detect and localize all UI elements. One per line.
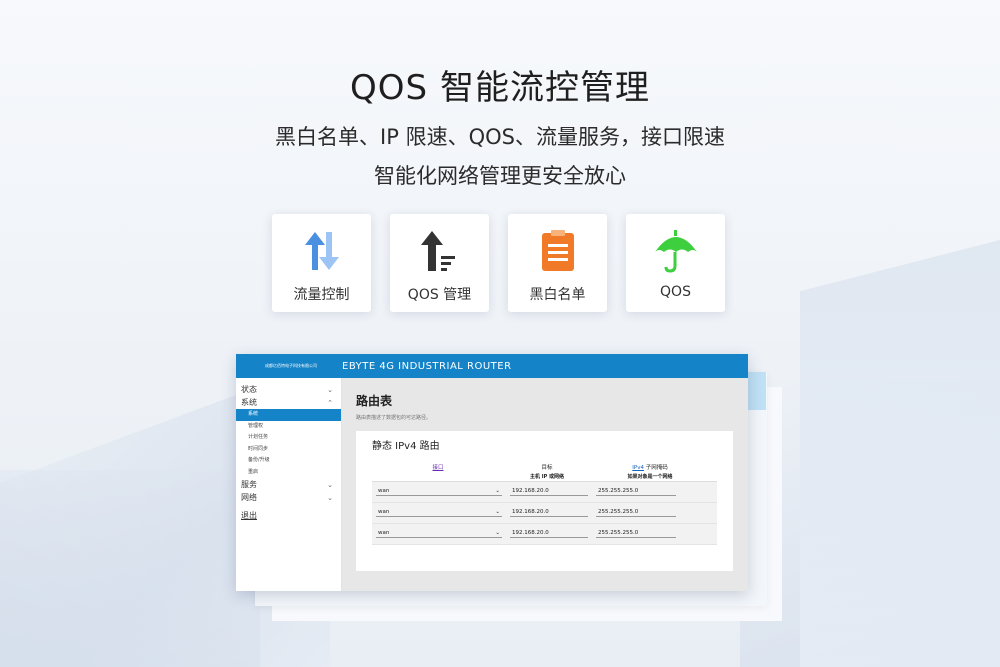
main-content: 路由表 路由表描述了数据包的可达路径。 静态 IPv4 路由 接口 目标 IPv… — [342, 378, 748, 591]
target-input[interactable]: 192.168.20.0 — [510, 488, 588, 496]
sidebar-item-status[interactable]: 状态 ⌄ — [236, 383, 341, 396]
select-value: wan — [378, 488, 390, 494]
company-name: 成都亿佰特电子科技有限公司 — [265, 363, 317, 368]
feature-cards: 流量控制 QOS 管理 黑白名单 QOS — [272, 214, 725, 312]
interface-select[interactable]: wan ⌄ — [376, 530, 502, 538]
netmask-label: 子网掩码 — [643, 465, 668, 471]
chevron-down-icon: ⌄ — [495, 488, 500, 494]
umbrella-icon — [653, 228, 699, 274]
chevron-down-icon: ⌄ — [327, 385, 333, 394]
sidebar-item-label: 系统 — [241, 398, 257, 407]
feature-card-qos-management: QOS 管理 — [390, 214, 489, 312]
background-shape — [800, 240, 1000, 667]
route-table: 接口 目标 IPv4 子网掩码 主机 IP 或网络 如果对象是一个网络 wan ⌄… — [372, 462, 717, 545]
target-input[interactable]: 192.168.20.0 — [510, 509, 588, 517]
router-admin-window: 成都亿佰特电子科技有限公司 EBYTE 4G INDUSTRIAL ROUTER… — [236, 354, 748, 591]
chevron-down-icon: ⌄ — [495, 509, 500, 515]
clipboard-list-icon — [535, 228, 581, 274]
logout-link[interactable]: 退出 — [236, 510, 341, 521]
table-row: wan ⌄ 192.168.20.0 255.255.255.0 — [372, 524, 717, 545]
subtitle-line-2: 智能化网络管理更安全放心 — [374, 164, 626, 188]
chevron-down-icon: ⌄ — [495, 530, 500, 536]
static-route-panel: 静态 IPv4 路由 接口 目标 IPv4 子网掩码 主机 IP 或网络 如果对… — [356, 431, 733, 571]
interface-select[interactable]: wan ⌄ — [376, 488, 502, 496]
feature-card-traffic-control: 流量控制 — [272, 214, 371, 312]
up-down-arrows-icon — [299, 228, 345, 274]
subtitle-line-1: 黑白名单、IP 限速、QOS、流量服务，接口限速 — [275, 125, 725, 149]
netmask-input[interactable]: 255.255.255.0 — [596, 509, 676, 517]
sidebar-subitem-admin[interactable]: 管理权 — [236, 421, 341, 433]
ipv4-link[interactable]: IPv4 — [632, 465, 644, 471]
sidebar-item-system[interactable]: 系统 ⌃ — [236, 396, 341, 409]
headline: QOS 智能流控管理 — [350, 68, 650, 108]
sidebar-subitem-time-sync[interactable]: 时间同步 — [236, 444, 341, 456]
decorative-accent — [748, 372, 766, 410]
feature-card-blacklist-whitelist: 黑白名单 — [508, 214, 607, 312]
feature-label: QOS — [660, 284, 691, 300]
sidebar-item-label: 状态 — [241, 385, 257, 394]
section-title: 静态 IPv4 路由 — [372, 441, 440, 452]
sidebar: 状态 ⌄ 系统 ⌃ 系统 管理权 计划任务 时间同步 备份/升级 重启 服务 ⌄… — [236, 378, 342, 591]
feature-label: 流量控制 — [293, 287, 350, 303]
interface-select[interactable]: wan ⌄ — [376, 509, 502, 517]
sidebar-item-label: 服务 — [241, 480, 257, 489]
chevron-up-icon: ⌃ — [327, 398, 333, 407]
table-header: 接口 目标 IPv4 子网掩码 — [372, 462, 717, 472]
table-row: wan ⌄ 192.168.20.0 255.255.255.0 — [372, 503, 717, 524]
chevron-down-icon: ⌄ — [327, 480, 333, 489]
sidebar-subitem-reboot[interactable]: 重启 — [236, 467, 341, 479]
sidebar-subitem-system[interactable]: 系统 — [236, 409, 341, 421]
netmask-hint: 如果对象是一个网络 — [627, 474, 673, 480]
target-hint: 主机 IP 或网络 — [529, 474, 564, 480]
upload-arrow-list-icon — [417, 228, 463, 274]
router-header: 成都亿佰特电子科技有限公司 EBYTE 4G INDUSTRIAL ROUTER — [236, 354, 748, 378]
feature-label: QOS 管理 — [407, 287, 472, 303]
sidebar-item-network[interactable]: 网络 ⌄ — [236, 491, 341, 504]
column-header-interface[interactable]: 接口 — [372, 463, 504, 471]
feature-card-qos: QOS — [626, 214, 725, 312]
target-input[interactable]: 192.168.20.0 — [510, 530, 588, 538]
page-title: 路由表 — [356, 394, 393, 408]
sidebar-item-label: 网络 — [241, 493, 257, 502]
page-description: 路由表描述了数据包的可达路径。 — [356, 415, 432, 421]
chevron-down-icon: ⌄ — [327, 493, 333, 502]
column-header-netmask: IPv4 子网掩码 — [590, 463, 710, 471]
sidebar-item-services[interactable]: 服务 ⌄ — [236, 478, 341, 491]
table-subheader: 主机 IP 或网络 如果对象是一个网络 — [372, 472, 717, 482]
netmask-input[interactable]: 255.255.255.0 — [596, 530, 676, 538]
select-value: wan — [378, 530, 390, 536]
app-title: EBYTE 4G INDUSTRIAL ROUTER — [342, 360, 512, 372]
background-shape — [0, 470, 260, 667]
netmask-input[interactable]: 255.255.255.0 — [596, 488, 676, 496]
select-value: wan — [378, 509, 390, 515]
column-header-target: 目标 — [541, 465, 553, 471]
sidebar-subitem-backup-upgrade[interactable]: 备份/升级 — [236, 455, 341, 467]
sidebar-subitem-scheduled-tasks[interactable]: 计划任务 — [236, 432, 341, 444]
table-row: wan ⌄ 192.168.20.0 255.255.255.0 — [372, 482, 717, 503]
feature-label: 黑白名单 — [529, 287, 586, 303]
